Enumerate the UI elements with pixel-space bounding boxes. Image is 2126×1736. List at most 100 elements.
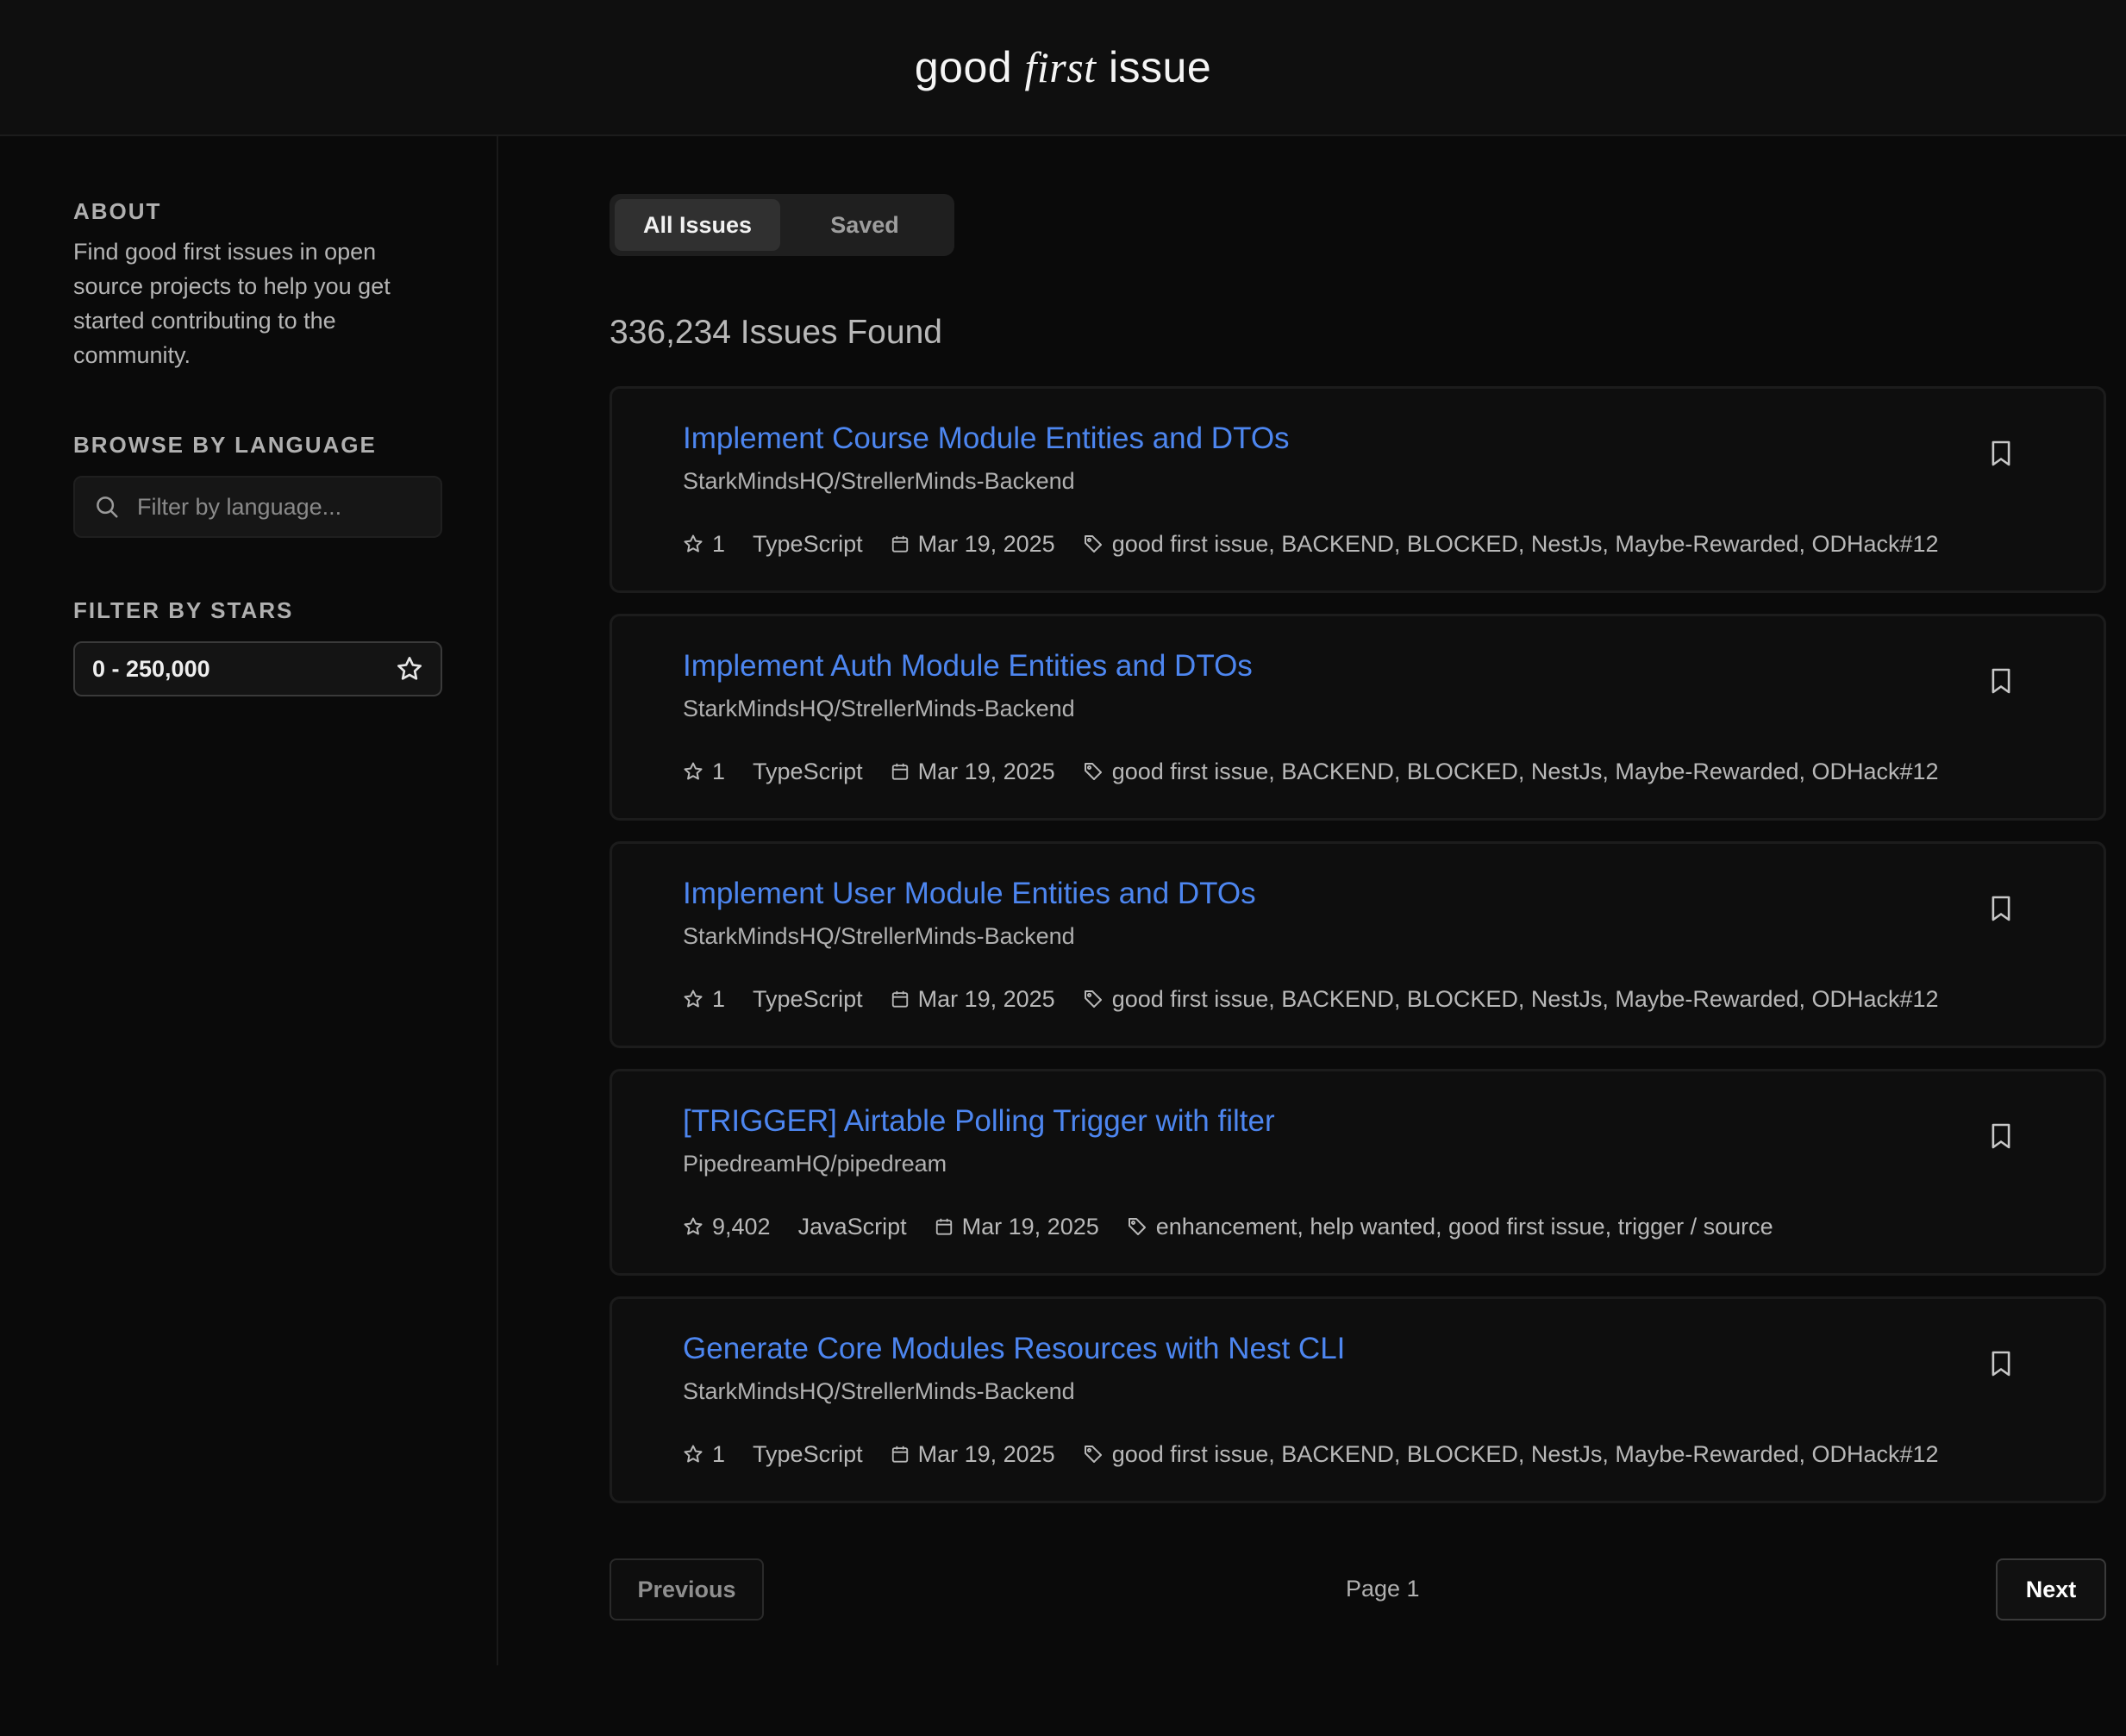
issue-card: Implement Auth Module Entities and DTOs … (610, 614, 2106, 821)
issue-labels-text: good first issue, BACKEND, BLOCKED, Nest… (1111, 530, 1939, 557)
issue-labels: good first issue, BACKEND, BLOCKED, Nest… (1083, 759, 1939, 785)
tab-saved[interactable]: Saved (780, 199, 949, 251)
issue-stars-count: 1 (712, 985, 726, 1012)
bookmark-button[interactable] (1986, 665, 2016, 697)
star-icon (684, 534, 703, 553)
issue-card: Implement Course Module Entities and DTO… (610, 386, 2106, 593)
bookmark-icon (1992, 440, 2010, 466)
issue-labels: good first issue, BACKEND, BLOCKED, Nest… (1083, 1441, 1939, 1468)
issue-date-text: Mar 19, 2025 (961, 1213, 1099, 1240)
brand-word-issue: issue (1096, 43, 1212, 91)
issue-tabs: All Issues Saved (610, 194, 954, 256)
pagination: Previous Page 1 Next (610, 1558, 2106, 1620)
issue-repo: PipedreamHQ/pipedream (683, 1151, 947, 1177)
star-icon (684, 1217, 703, 1235)
issue-meta: 1 TypeScript Mar 19, 2025 good first iss… (683, 982, 1939, 1016)
issue-labels-text: enhancement, help wanted, good first iss… (1155, 1213, 1773, 1240)
star-icon[interactable] (396, 655, 423, 683)
filter-stars-heading: FILTER BY STARS (73, 597, 294, 623)
language-filter[interactable] (73, 476, 442, 538)
issue-date: Mar 19, 2025 (891, 1441, 1055, 1468)
bookmark-button[interactable] (1986, 1347, 2016, 1380)
next-button[interactable]: Next (1996, 1558, 2106, 1620)
tab-all-issues[interactable]: All Issues (615, 199, 780, 251)
issue-repo: StarkMindsHQ/StrellerMinds-Backend (683, 468, 1075, 494)
calendar-icon (935, 1218, 952, 1235)
issue-language: TypeScript (753, 530, 863, 557)
tag-icon (1084, 990, 1102, 1008)
issue-labels-text: good first issue, BACKEND, BLOCKED, Nest… (1111, 1440, 1939, 1467)
issue-repo: StarkMindsHQ/StrellerMinds-Backend (683, 923, 1075, 949)
issue-labels: good first issue, BACKEND, BLOCKED, Nest… (1083, 986, 1939, 1013)
calendar-icon (891, 535, 908, 553)
star-icon (684, 762, 703, 780)
stars-filter[interactable]: 0 - 250,000 (73, 641, 442, 696)
issue-date: Mar 19, 2025 (891, 531, 1055, 558)
issue-date-text: Mar 19, 2025 (917, 1440, 1055, 1467)
issue-labels: enhancement, help wanted, good first iss… (1127, 1214, 1773, 1240)
search-icon (97, 496, 118, 518)
app-logo[interactable]: good first issue (915, 42, 1211, 92)
tag-icon (1084, 1446, 1102, 1463)
results-count: 336,234 Issues Found (610, 314, 942, 351)
tag-icon (1128, 1218, 1146, 1235)
star-icon (684, 990, 703, 1008)
issue-meta: 1 TypeScript Mar 19, 2025 good first iss… (683, 754, 1939, 789)
issue-repo: StarkMindsHQ/StrellerMinds-Backend (683, 1378, 1075, 1404)
issue-meta: 1 TypeScript Mar 19, 2025 good first iss… (683, 527, 1939, 561)
issue-date: Mar 19, 2025 (935, 1214, 1099, 1240)
language-filter-input[interactable] (135, 492, 411, 521)
issue-stars: 1 (683, 986, 725, 1013)
issue-stars: 1 (683, 1441, 725, 1468)
page-indicator: Page 1 (1346, 1576, 1420, 1602)
bookmark-icon (1992, 1351, 2010, 1377)
about-text: Find good first issues in open source pr… (73, 239, 391, 368)
brand-word-good: good (914, 43, 1025, 91)
star-icon (684, 1445, 703, 1463)
issue-title-link[interactable]: Implement Course Module Entities and DTO… (683, 422, 1290, 456)
bookmark-icon (1992, 896, 2010, 921)
issue-labels: good first issue, BACKEND, BLOCKED, Nest… (1083, 531, 1939, 558)
issue-date-text: Mar 19, 2025 (917, 985, 1055, 1012)
issue-repo: StarkMindsHQ/StrellerMinds-Backend (683, 696, 1075, 721)
issue-title-link[interactable]: Implement Auth Module Entities and DTOs (683, 649, 1253, 684)
app-header: good first issue (0, 0, 2126, 136)
stars-range-value: 0 - 250,000 (92, 655, 210, 682)
issue-labels-text: good first issue, BACKEND, BLOCKED, Nest… (1111, 758, 1939, 784)
issue-meta: 9,402 JavaScript Mar 19, 2025 enhancemen… (683, 1209, 1773, 1244)
issue-language: TypeScript (753, 985, 863, 1012)
about-heading: ABOUT (73, 198, 162, 224)
bookmark-button[interactable] (1986, 892, 2016, 925)
previous-button[interactable]: Previous (610, 1558, 764, 1620)
issue-card: [TRIGGER] Airtable Polling Trigger with … (610, 1069, 2106, 1276)
issue-title-link[interactable]: Implement User Module Entities and DTOs (683, 877, 1256, 911)
bookmark-button[interactable] (1986, 1120, 2016, 1152)
issue-card: Implement User Module Entities and DTOs … (610, 841, 2106, 1048)
issue-card: Generate Core Modules Resources with Nes… (610, 1296, 2106, 1503)
issue-meta: 1 TypeScript Mar 19, 2025 good first iss… (683, 1437, 1939, 1471)
issue-date: Mar 19, 2025 (891, 986, 1055, 1013)
tag-icon (1084, 763, 1102, 780)
issue-title-link[interactable]: Generate Core Modules Resources with Nes… (683, 1332, 1345, 1366)
calendar-icon (891, 1446, 908, 1463)
issue-stars-count: 1 (712, 530, 726, 557)
bookmark-icon (1992, 668, 2010, 694)
issue-stars-count: 9,402 (712, 1213, 771, 1240)
bookmark-icon (1992, 1123, 2010, 1149)
issue-stars: 1 (683, 531, 725, 558)
calendar-icon (891, 990, 908, 1008)
issue-stars: 9,402 (683, 1214, 771, 1240)
issue-date-text: Mar 19, 2025 (917, 530, 1055, 557)
issue-date-text: Mar 19, 2025 (917, 758, 1055, 784)
issue-date: Mar 19, 2025 (891, 759, 1055, 785)
brand-word-first: first (1024, 43, 1097, 91)
issue-labels-text: good first issue, BACKEND, BLOCKED, Nest… (1111, 985, 1939, 1012)
tag-icon (1084, 535, 1102, 553)
issue-stars-count: 1 (712, 1440, 726, 1467)
browse-language-heading: BROWSE BY LANGUAGE (73, 432, 377, 458)
bookmark-button[interactable] (1986, 437, 2016, 470)
issue-title-link[interactable]: [TRIGGER] Airtable Polling Trigger with … (683, 1104, 1275, 1139)
issue-language: TypeScript (753, 1440, 863, 1467)
issue-language: TypeScript (753, 758, 863, 784)
calendar-icon (891, 763, 908, 780)
